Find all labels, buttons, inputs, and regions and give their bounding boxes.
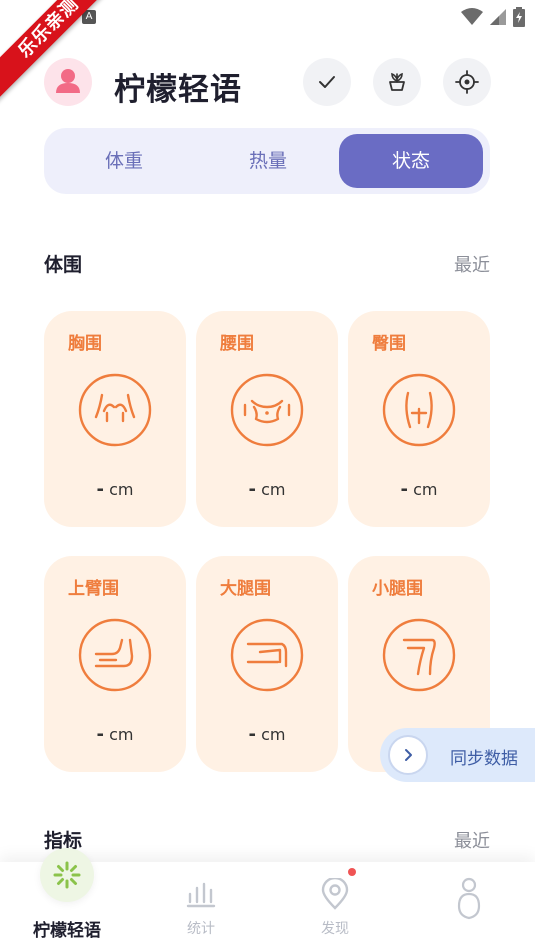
card-unit: cm	[261, 725, 286, 744]
plant-icon	[389, 72, 405, 91]
wifi-icon	[461, 8, 483, 25]
card-unit: cm	[413, 480, 438, 499]
checkin-button[interactable]	[303, 58, 351, 106]
nav-home-label: 柠檬轻语	[33, 921, 101, 941]
tab-weight[interactable]: 体重	[52, 134, 196, 188]
tab-status[interactable]: 状态	[339, 134, 483, 188]
avatar[interactable]	[44, 58, 92, 106]
girth-card-hip[interactable]: 臀围 - cm	[348, 311, 490, 527]
girth-recent-link[interactable]: 最近	[454, 251, 490, 277]
nav-discover[interactable]: 发现	[268, 862, 402, 952]
girth-card-thigh[interactable]: 大腿围 - cm	[196, 556, 338, 772]
nav-stats-label: 统计	[187, 921, 215, 937]
profile-icon	[457, 877, 481, 920]
nav-stats[interactable]: 统计	[134, 862, 268, 952]
hip-icon	[382, 373, 456, 447]
check-icon	[319, 76, 335, 88]
status-bar: 乐乐亲测 A	[0, 0, 535, 106]
card-value: -	[248, 724, 256, 745]
app-header: 柠檬轻语	[44, 56, 491, 108]
calf-icon	[382, 618, 456, 692]
girth-card-upper-arm[interactable]: 上臂围 - cm	[44, 556, 186, 772]
nav-profile[interactable]	[402, 862, 535, 952]
card-label: 上臂围	[68, 579, 119, 599]
nav-home[interactable]: 柠檬轻语	[0, 848, 134, 952]
bottom-nav: 柠檬轻语 统计 发现	[0, 848, 535, 952]
card-unit: cm	[261, 480, 286, 499]
card-value: -	[400, 479, 408, 500]
plant-button[interactable]	[373, 58, 421, 106]
signal-icon	[490, 9, 506, 25]
sync-arrow-button[interactable]	[388, 735, 428, 775]
app-title: 柠檬轻语	[114, 72, 242, 108]
card-unit: cm	[109, 480, 134, 499]
sync-data-button[interactable]: 同步数据	[380, 728, 535, 782]
index-recent-link[interactable]: 最近	[454, 827, 490, 853]
card-value: -	[96, 479, 104, 500]
card-label: 胸围	[68, 334, 102, 354]
lemon-icon	[53, 861, 81, 889]
stats-icon	[186, 882, 216, 908]
girth-card-waist[interactable]: 腰围 - cm	[196, 311, 338, 527]
card-label: 大腿围	[220, 579, 271, 599]
waist-icon	[230, 373, 304, 447]
upper-arm-icon	[78, 618, 152, 692]
locate-button[interactable]	[443, 58, 491, 106]
card-label: 臀围	[372, 334, 406, 354]
card-value: -	[96, 724, 104, 745]
card-label: 腰围	[220, 334, 254, 354]
girth-card-chest[interactable]: 胸围 - cm	[44, 311, 186, 527]
user-icon	[56, 69, 80, 93]
tab-calories[interactable]: 热量	[196, 134, 340, 188]
nav-discover-label: 发现	[321, 921, 349, 937]
discover-icon	[321, 878, 349, 910]
notification-dot	[348, 868, 356, 876]
thigh-icon	[230, 618, 304, 692]
card-value: -	[248, 479, 256, 500]
card-unit: cm	[109, 725, 134, 744]
battery-icon	[513, 7, 525, 27]
chevron-right-icon	[405, 749, 412, 761]
chest-icon	[78, 373, 152, 447]
girth-section-title: 体围	[44, 254, 83, 276]
target-icon	[455, 70, 479, 94]
tab-bar: 体重 热量 状态	[44, 128, 490, 194]
sync-label: 同步数据	[450, 749, 518, 769]
card-label: 小腿围	[372, 579, 423, 599]
